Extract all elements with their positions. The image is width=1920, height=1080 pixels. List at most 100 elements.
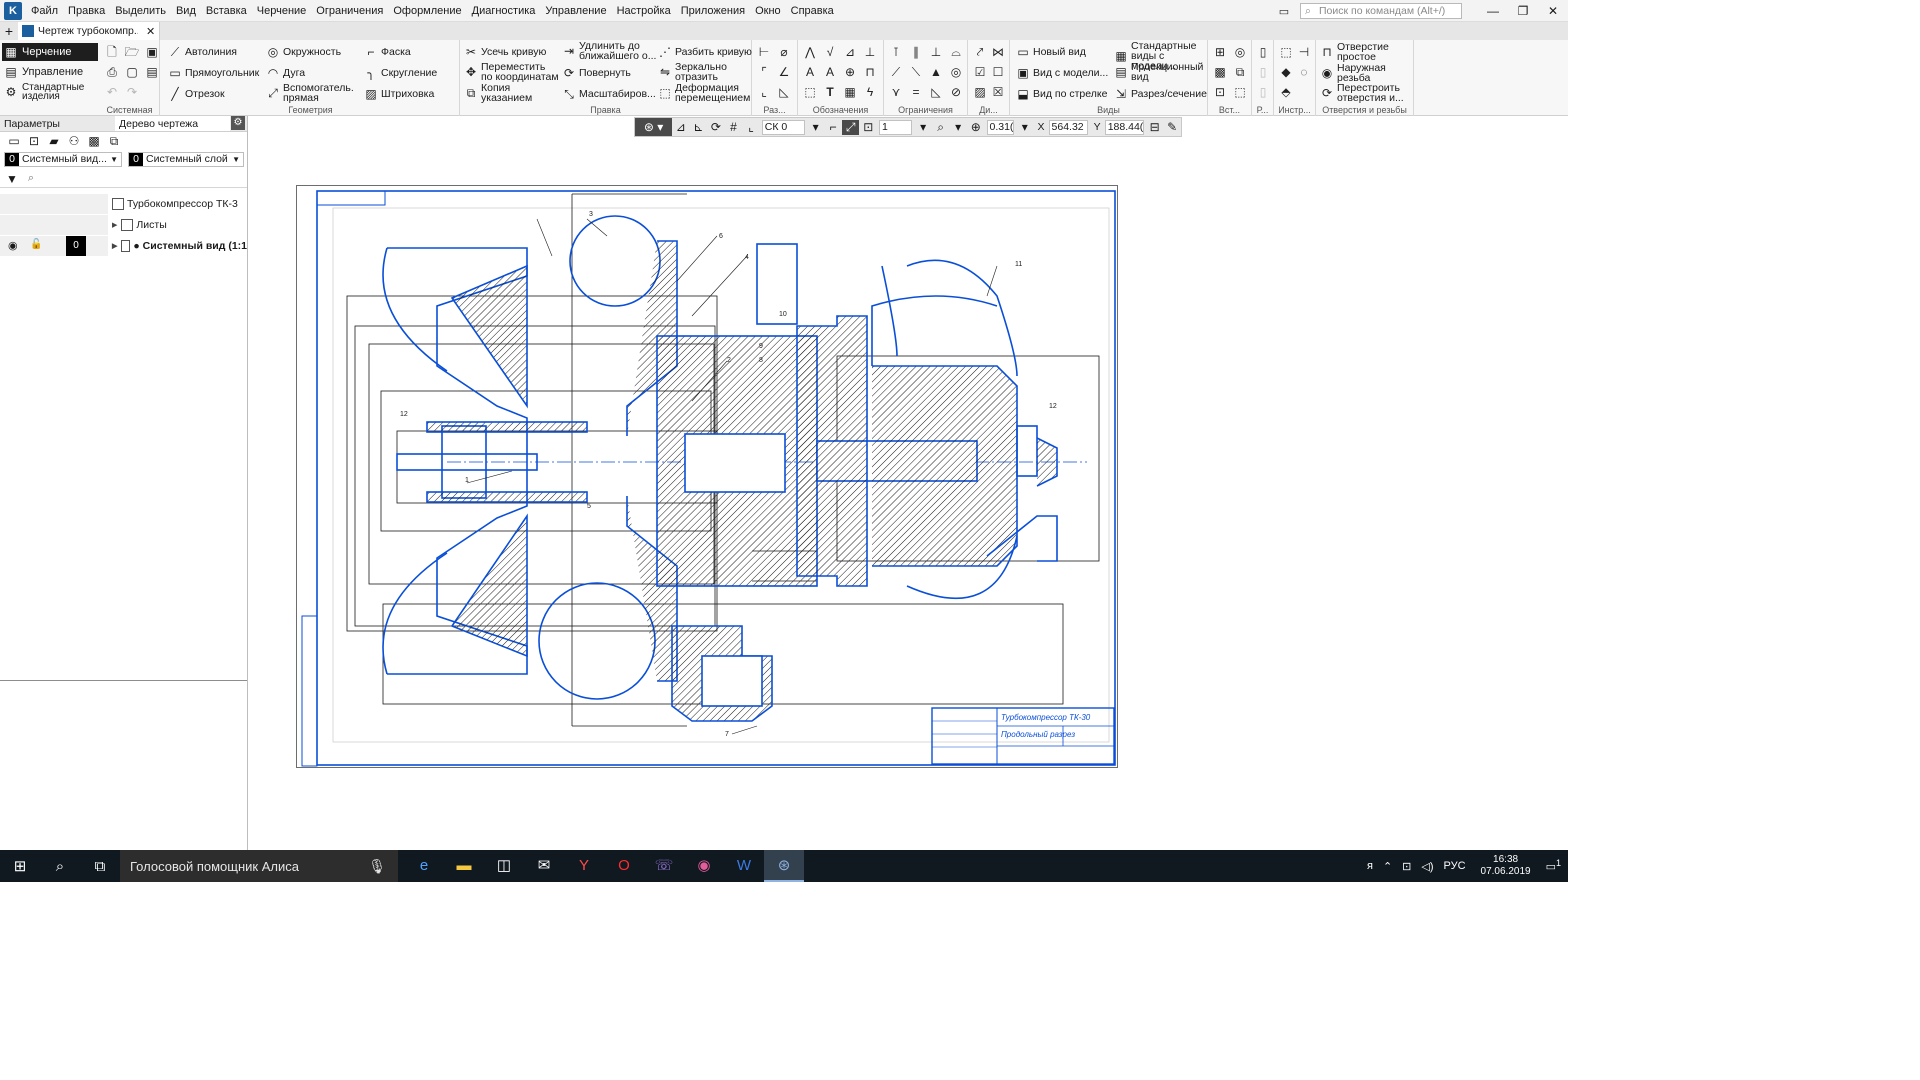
cs-icon[interactable]: ⌞ [742, 120, 760, 134]
autoline-button[interactable]: ⟋ Автолиния [168, 45, 237, 59]
r-icon-1[interactable]: ▯ [1255, 44, 1271, 60]
ortho-icon[interactable]: ⊿ [672, 120, 690, 134]
document-tab[interactable]: Чертеж турбокомпр... ✕ [18, 22, 161, 40]
layer-icon[interactable]: ▰ [44, 134, 64, 148]
model-view-button[interactable]: ▣ Вид с модели... [1016, 66, 1108, 80]
menu-drawing[interactable]: Черчение [252, 0, 312, 22]
diag-icon-6[interactable]: ☒ [990, 84, 1006, 100]
collinear-icon[interactable]: ⟋ [888, 64, 904, 80]
section-button[interactable]: ⇲ Разрез/сечение [1114, 87, 1207, 101]
tangent-icon[interactable]: ⌓ [948, 44, 964, 60]
linear-dim-icon[interactable]: ⊢ [756, 44, 772, 60]
redo-icon[interactable]: ↷ [124, 84, 140, 100]
undo-icon[interactable]: ↶ [104, 84, 120, 100]
tab-parameters[interactable]: Параметры [0, 116, 115, 131]
command-search-input[interactable]: ⌕ Поиск по командам (Alt+/) [1300, 3, 1462, 19]
horizontal-icon[interactable]: ⟍ [908, 64, 924, 80]
mark-icon[interactable]: ⊓ [862, 64, 878, 80]
menu-file[interactable]: Файл [26, 0, 63, 22]
gear-icon[interactable]: ⚙ [231, 116, 245, 130]
hatch-button[interactable]: ▨ Штриховка [364, 87, 434, 101]
cs-select[interactable]: СК 0 [761, 119, 805, 135]
insert-view-icon[interactable]: ◎ [1232, 44, 1248, 60]
menu-select[interactable]: Выделить [110, 0, 171, 22]
sheet-icon[interactable]: ▭ [4, 134, 24, 148]
rough-icon[interactable]: √ [822, 44, 838, 60]
step-input[interactable]: 1 [879, 119, 913, 135]
mirror-button[interactable]: ⇋ Зеркально отразить [658, 62, 735, 83]
diag-icon-2[interactable]: ⋈ [990, 44, 1006, 60]
diag-icon-1[interactable]: ⤤ [972, 44, 988, 60]
save-all-icon[interactable]: ▤ [144, 64, 160, 80]
rebuild-holes-button[interactable]: ⟳ Перестроить отверстия и... [1320, 83, 1415, 104]
symmetry-icon[interactable]: ▲ [928, 64, 944, 80]
chevron-up-icon[interactable]: ⌃ [1378, 860, 1397, 873]
scale-button[interactable]: ⤡ Масштабиров... [562, 87, 656, 101]
trim-curve-button[interactable]: ✂ Усечь кривую [464, 45, 546, 59]
fillet-button[interactable]: ╮ Скругление [364, 66, 437, 80]
r-icon-2[interactable]: ▯ [1255, 64, 1271, 80]
split-curve-button[interactable]: ⋰ Разбить кривую [658, 45, 752, 59]
expand-arrow-icon[interactable]: ▶ [112, 242, 117, 250]
menu-help[interactable]: Справка [786, 0, 839, 22]
store-icon[interactable]: ◫ [484, 850, 524, 882]
insert-fragment-icon[interactable]: ⊞ [1212, 44, 1228, 60]
insert-raster-icon[interactable]: ⊡ [1212, 84, 1228, 100]
tab-drawing-tree[interactable]: Дерево чертежа [115, 116, 230, 131]
open-folder-icon[interactable]: 🗁 [124, 44, 140, 60]
table-icon[interactable]: ▦ [842, 84, 858, 100]
minimize-button[interactable]: — [1478, 0, 1508, 22]
text-icon[interactable]: T [822, 84, 838, 100]
zoom-input[interactable]: 0.31( [986, 119, 1014, 135]
menu-edit[interactable]: Правка [63, 0, 110, 22]
arrow-view-button[interactable]: ⬓ Вид по стрелке [1016, 87, 1107, 101]
windows-start-icon[interactable]: ⊞ [0, 850, 40, 882]
new-tab-button[interactable]: + [0, 22, 18, 40]
equal-length-icon[interactable]: ⋎ [888, 84, 904, 100]
tree-item-root[interactable]: Турбокомпрессор ТК-3 [0, 194, 247, 214]
zoom-icon[interactable]: ⊕ [967, 120, 985, 134]
cursor-step-icon[interactable]: ⊡ [859, 120, 877, 134]
mode-drawing[interactable]: ▦ Черчение [2, 43, 98, 61]
angle-constraint-icon[interactable]: ◺ [928, 84, 944, 100]
export-icon[interactable]: ⧉ [104, 134, 124, 149]
eye-icon[interactable]: ◉ [8, 239, 18, 252]
tool-icon-2[interactable]: ⊣ [1296, 44, 1312, 60]
mode-manage[interactable]: ▤ Управление [2, 63, 98, 81]
viber-icon[interactable]: ☏ [644, 850, 684, 882]
menu-apps[interactable]: Приложения [676, 0, 750, 22]
r-icon-3[interactable]: ▯ [1255, 84, 1271, 100]
position-icon[interactable]: A [822, 64, 838, 80]
restore-button[interactable]: ❐ [1508, 0, 1538, 22]
chevron-down-icon[interactable]: ▾ [807, 120, 825, 134]
alisa-voice-assistant[interactable]: Голосовой помощник Алиса 🎙 [120, 850, 398, 882]
hierarchy-icon[interactable]: ⚇ [64, 134, 84, 148]
close-tab-icon[interactable]: ✕ [146, 25, 155, 38]
rotate-button[interactable]: ⟳ Повернуть [562, 66, 631, 80]
menu-window[interactable]: Окно [750, 0, 786, 22]
tree-item-system-view[interactable]: ◉ 🔓 0 ▶ ● Системный вид (1:1 [0, 236, 247, 256]
chevron-down-icon[interactable]: ▾ [1016, 120, 1034, 134]
menu-manage[interactable]: Управление [540, 0, 611, 22]
filter-icon[interactable]: ▼ [6, 172, 18, 186]
hide-constraints-icon[interactable]: ⊘ [948, 84, 964, 100]
print-icon[interactable]: ⎙ [104, 64, 120, 80]
leader-icon[interactable]: ⋀ [802, 44, 818, 60]
image-icon[interactable]: ▩ [84, 134, 104, 148]
base-icon[interactable]: ⊥ [862, 44, 878, 60]
word-icon[interactable]: W [724, 850, 764, 882]
copy-button[interactable]: ⧉ Копия указанием [464, 83, 541, 104]
new-view-button[interactable]: ▭ Новый вид [1016, 45, 1086, 59]
menu-format[interactable]: Оформление [388, 0, 466, 22]
view-select[interactable]: 0 Системный вид... ▼ [4, 151, 122, 167]
projection-view-button[interactable]: ▤ Проекционный вид [1114, 62, 1207, 83]
tool-icon-1[interactable]: ⬚ [1278, 44, 1294, 60]
kompas-app-icon[interactable]: ⊛ [764, 850, 804, 882]
diag-icon-5[interactable]: ▨ [972, 84, 988, 100]
tolerance-icon[interactable]: ⊿ [842, 44, 858, 60]
diameter-dim-icon[interactable]: ⌀ [776, 44, 792, 60]
chevron-down-icon[interactable]: ▾ [914, 120, 932, 134]
special-icon[interactable]: ϟ [862, 84, 878, 100]
tool-icon-5[interactable]: ⬘ [1278, 84, 1294, 100]
arc-dim-icon[interactable]: ◺ [776, 84, 792, 100]
